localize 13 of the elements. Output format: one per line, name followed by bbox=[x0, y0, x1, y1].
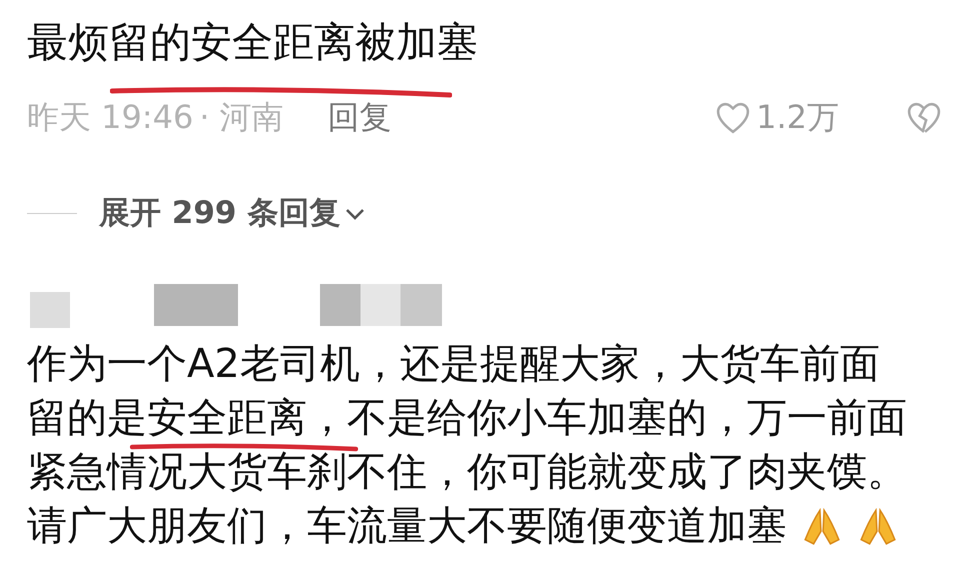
comment-time: 昨天 19:46 bbox=[27, 97, 194, 138]
reply-text-line: 紧急情况大货车刹不住，你可能就变成了肉夹馍。 bbox=[27, 452, 907, 492]
reply-text-line: 请广大朋友们，车流量大不要随便变道加塞 bbox=[27, 506, 787, 546]
expand-replies-button[interactable]: 展开 299 条回复 bbox=[99, 192, 366, 234]
like-button[interactable]: 1.2万 bbox=[716, 96, 839, 140]
broken-heart-icon[interactable] bbox=[907, 102, 941, 134]
comment-text: 最烦留的安全距离被加塞 bbox=[27, 18, 479, 66]
redacted-block bbox=[30, 292, 70, 328]
heart-icon bbox=[716, 102, 750, 134]
comment-location: · 河南 bbox=[199, 97, 284, 138]
reply-text-line: 留的是安全距离，不是给你小车加塞的，万一前面 bbox=[27, 398, 907, 438]
reply-button[interactable]: 回复 bbox=[328, 96, 392, 140]
reply-text-line: 作为一个A2老司机，还是提醒大家，大货车前面 bbox=[27, 344, 880, 384]
